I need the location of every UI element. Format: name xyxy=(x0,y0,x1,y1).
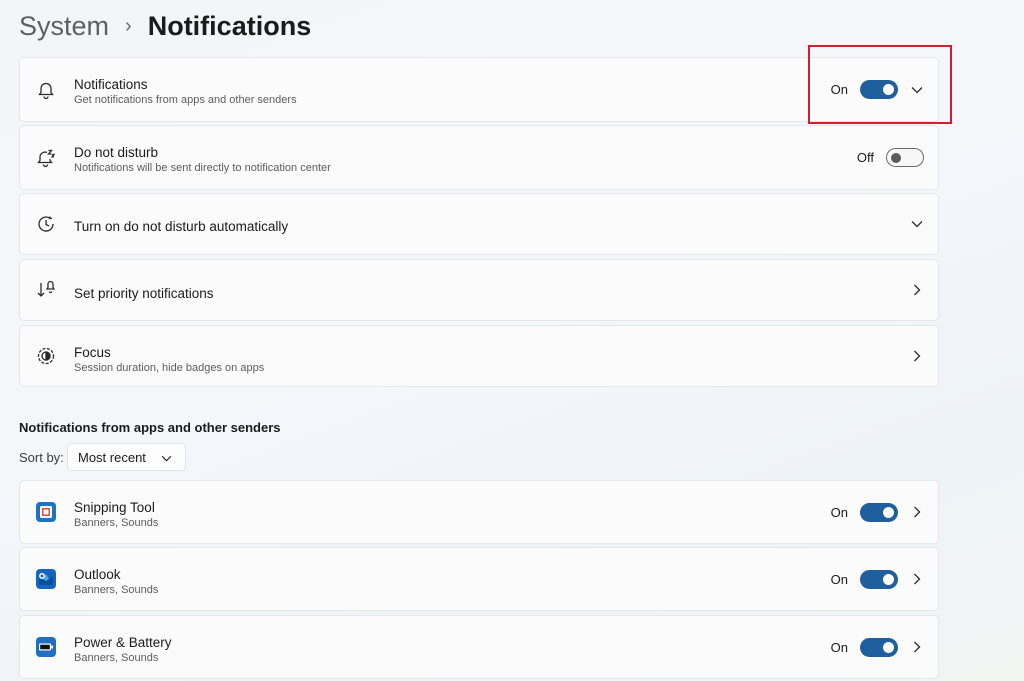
chevron-right-icon[interactable] xyxy=(910,505,924,519)
do-not-disturb-toggle[interactable] xyxy=(886,148,924,167)
priority-notifications-setting-card[interactable]: Set priority notifications xyxy=(19,259,939,321)
notifications-setting-card[interactable]: Notifications Get notifications from app… xyxy=(19,57,939,122)
bell-snooze-icon xyxy=(35,147,57,169)
focus-icon xyxy=(35,345,57,367)
battery-icon xyxy=(35,636,57,658)
page-title: Notifications xyxy=(147,10,312,41)
chevron-right-icon[interactable] xyxy=(910,349,924,363)
app-name: Power & Battery xyxy=(74,635,172,650)
sort-by-dropdown[interactable]: Most recent xyxy=(67,443,186,471)
power-battery-toggle[interactable] xyxy=(860,637,898,657)
app-notification-row[interactable]: Power & Battery Banners, Sounds On xyxy=(19,615,939,679)
sort-selected-value: Most recent xyxy=(78,449,146,465)
app-detail: Banners, Sounds xyxy=(74,652,159,664)
setting-subtitle: Notifications will be sent directly to n… xyxy=(74,162,331,174)
app-notification-row[interactable]: Outlook Banners, Sounds On xyxy=(19,547,939,611)
priority-sort-icon xyxy=(35,279,57,301)
app-name: Outlook xyxy=(74,567,121,582)
clock-icon xyxy=(35,213,57,235)
dnd-automatically-setting-card[interactable]: Turn on do not disturb automatically xyxy=(19,193,939,255)
toggle-state-label: On xyxy=(830,571,848,587)
toggle-state-label: On xyxy=(830,504,848,520)
outlook-toggle[interactable] xyxy=(860,569,898,589)
snipping-tool-icon xyxy=(35,501,57,523)
setting-title: Notifications xyxy=(74,77,148,92)
do-not-disturb-setting-card[interactable]: Do not disturb Notifications will be sen… xyxy=(19,125,939,190)
breadcrumb-separator: › xyxy=(125,14,132,37)
setting-subtitle: Get notifications from apps and other se… xyxy=(74,94,297,106)
app-detail: Banners, Sounds xyxy=(74,584,159,596)
chevron-right-icon[interactable] xyxy=(910,640,924,654)
setting-subtitle: Session duration, hide badges on apps xyxy=(74,362,265,374)
focus-setting-card[interactable]: Focus Session duration, hide badges on a… xyxy=(19,325,939,387)
sort-by-label: Sort by: xyxy=(19,450,64,465)
bell-icon xyxy=(35,79,57,101)
apps-section-title: Notifications from apps and other sender… xyxy=(19,420,281,435)
toggle-state-label: Off xyxy=(856,150,874,165)
setting-title: Focus xyxy=(74,345,111,360)
app-notification-row[interactable]: Snipping Tool Banners, Sounds On xyxy=(19,480,939,544)
toggle-state-label: On xyxy=(830,639,848,655)
app-name: Snipping Tool xyxy=(74,500,155,515)
snipping-tool-toggle[interactable] xyxy=(860,502,898,522)
app-detail: Banners, Sounds xyxy=(74,517,159,529)
setting-title: Do not disturb xyxy=(74,145,159,160)
outlook-icon xyxy=(35,568,57,590)
breadcrumb-system-link[interactable]: System xyxy=(19,11,109,42)
chevron-right-icon[interactable] xyxy=(910,283,924,297)
chevron-down-icon[interactable] xyxy=(910,217,924,231)
highlight-box xyxy=(808,45,952,124)
chevron-down-icon xyxy=(159,451,173,465)
setting-title: Turn on do not disturb automatically xyxy=(74,219,289,234)
breadcrumb: System › Notifications xyxy=(19,8,311,44)
setting-title: Set priority notifications xyxy=(74,286,214,301)
chevron-right-icon[interactable] xyxy=(910,572,924,586)
